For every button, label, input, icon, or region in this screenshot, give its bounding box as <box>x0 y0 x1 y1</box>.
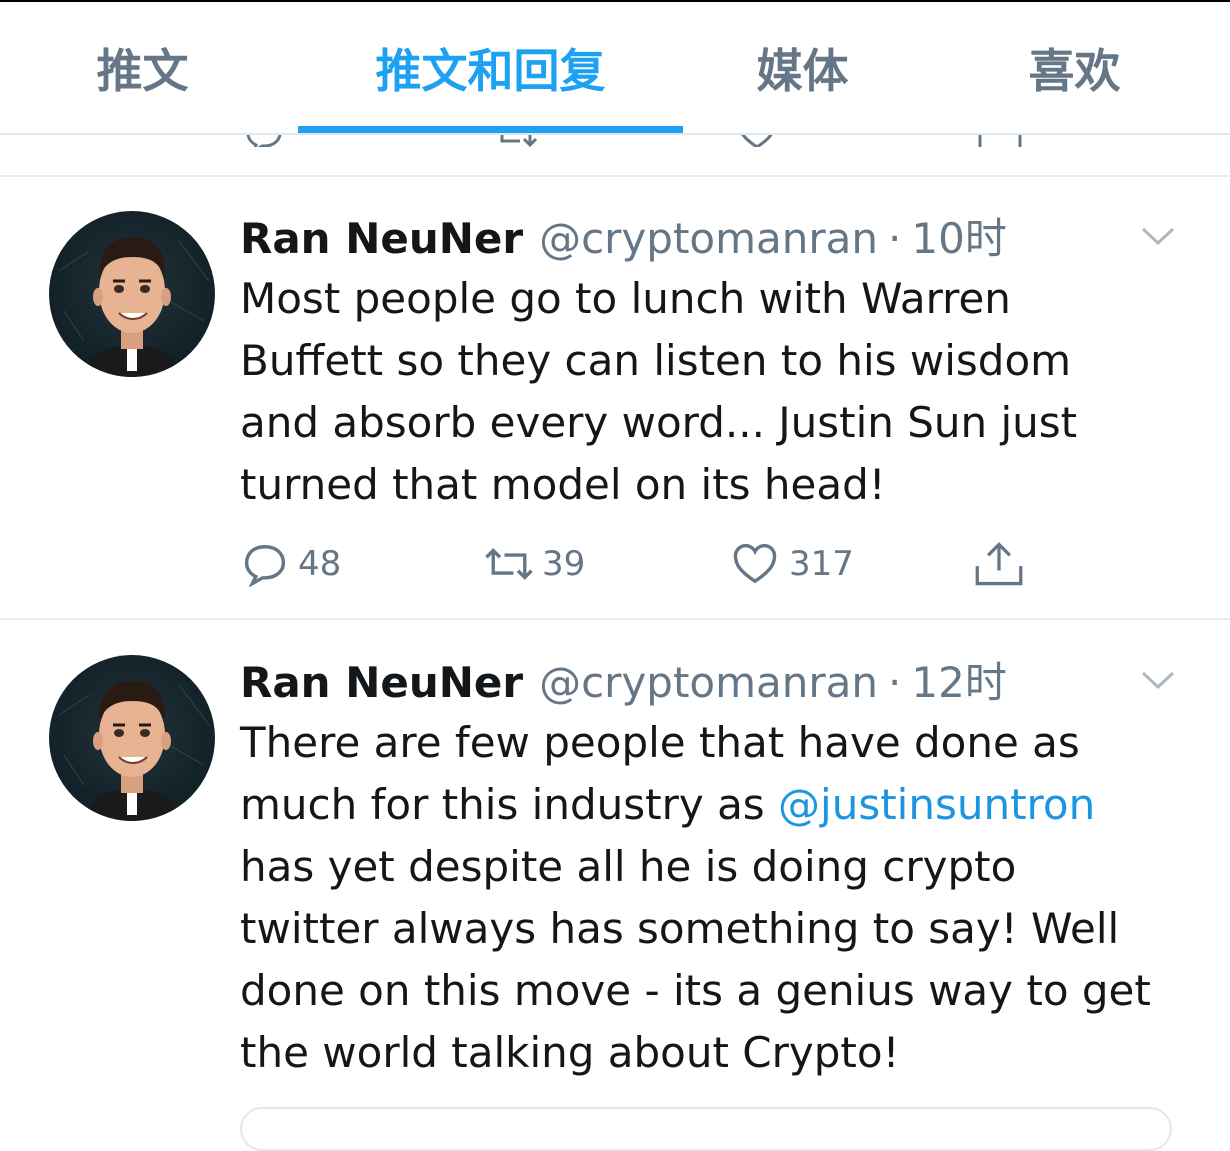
chevron-down-icon[interactable] <box>1138 664 1178 694</box>
mention-link[interactable]: @justinsuntron <box>778 780 1095 829</box>
like-button[interactable]: 317 <box>731 534 854 594</box>
tweet-time[interactable]: 12时 <box>911 649 1006 710</box>
retweet-icon <box>485 548 533 580</box>
avatar-illustration <box>58 237 210 377</box>
reply-icon <box>244 545 286 587</box>
heart-icon <box>733 543 777 584</box>
tweet-text-line: the world talking about Crypto! <box>240 1028 900 1077</box>
chevron-down-icon[interactable] <box>1138 220 1178 250</box>
retweet-icon[interactable] <box>492 135 540 147</box>
tab-likes[interactable]: 喜欢 <box>972 2 1177 133</box>
author-name[interactable]: Ran NeuNer <box>240 214 523 263</box>
tweet-divider <box>0 175 1230 177</box>
tweet-header: Ran NeuNer @cryptomanran · 10时 <box>240 205 1007 265</box>
tweet-text: Most people go to lunch with Warren Buff… <box>240 268 1200 516</box>
tweet-text: There are few people that have done as m… <box>240 712 1200 1084</box>
avatar[interactable] <box>49 655 215 821</box>
heart-icon[interactable] <box>737 135 777 147</box>
tweet-text-line: done on this move - its a genius way to … <box>240 966 1151 1015</box>
tweet-text-segment: much for this industry as <box>240 780 779 829</box>
tweet-text-line: Buffett so they can listen to his wisdom <box>240 336 1072 385</box>
avatar-illustration <box>58 681 210 821</box>
tweet-text-line: turned that model on its head! <box>240 460 886 509</box>
tweet-text-line: twitter always has something to say! Wel… <box>240 904 1120 953</box>
tweet-time[interactable]: 10时 <box>911 205 1006 266</box>
tweet-text-line: There are few people that have done as <box>240 718 1080 767</box>
tab-tweets-and-replies[interactable]: 推文和回复 <box>298 2 683 133</box>
like-count: 317 <box>789 544 854 584</box>
profile-tab-bar: 推文 推文和回复 媒体 喜欢 <box>0 2 1230 133</box>
avatar[interactable] <box>49 211 215 377</box>
author-handle[interactable]: @cryptomanran <box>539 658 878 707</box>
tweet-divider <box>0 618 1230 620</box>
tweet-actions: 48 39 317 <box>0 534 1230 594</box>
previous-tweet-actions <box>0 135 1230 147</box>
author-handle[interactable]: @cryptomanran <box>539 214 878 263</box>
retweet-button[interactable]: 39 <box>482 534 585 594</box>
tweet-text-line: Most people go to lunch with Warren <box>240 274 1011 323</box>
reply-count: 48 <box>298 544 342 584</box>
share-icon <box>975 542 1023 586</box>
tweet-text-line: has yet despite all he is doing crypto <box>240 842 1017 891</box>
tab-tweets[interactable]: 推文 <box>40 2 245 133</box>
quoted-tweet-card[interactable] <box>240 1107 1172 1151</box>
retweet-count: 39 <box>542 544 586 584</box>
tweet-text-line: much for this industry as @justinsuntron <box>240 774 1200 836</box>
tab-media[interactable]: 媒体 <box>700 2 905 133</box>
tweet-header: Ran NeuNer @cryptomanran · 12时 <box>240 649 1007 709</box>
share-icon[interactable] <box>977 135 1023 147</box>
reply-button[interactable]: 48 <box>242 534 341 594</box>
active-tab-indicator <box>298 126 683 133</box>
tweet-text-line: and absorb every word... Justin Sun just <box>240 398 1078 447</box>
reply-icon[interactable] <box>244 135 284 147</box>
separator-dot: · <box>888 658 902 707</box>
separator-dot: · <box>888 214 902 263</box>
tab-bar-divider <box>0 133 1230 135</box>
share-button[interactable] <box>974 534 1024 594</box>
author-name[interactable]: Ran NeuNer <box>240 658 523 707</box>
